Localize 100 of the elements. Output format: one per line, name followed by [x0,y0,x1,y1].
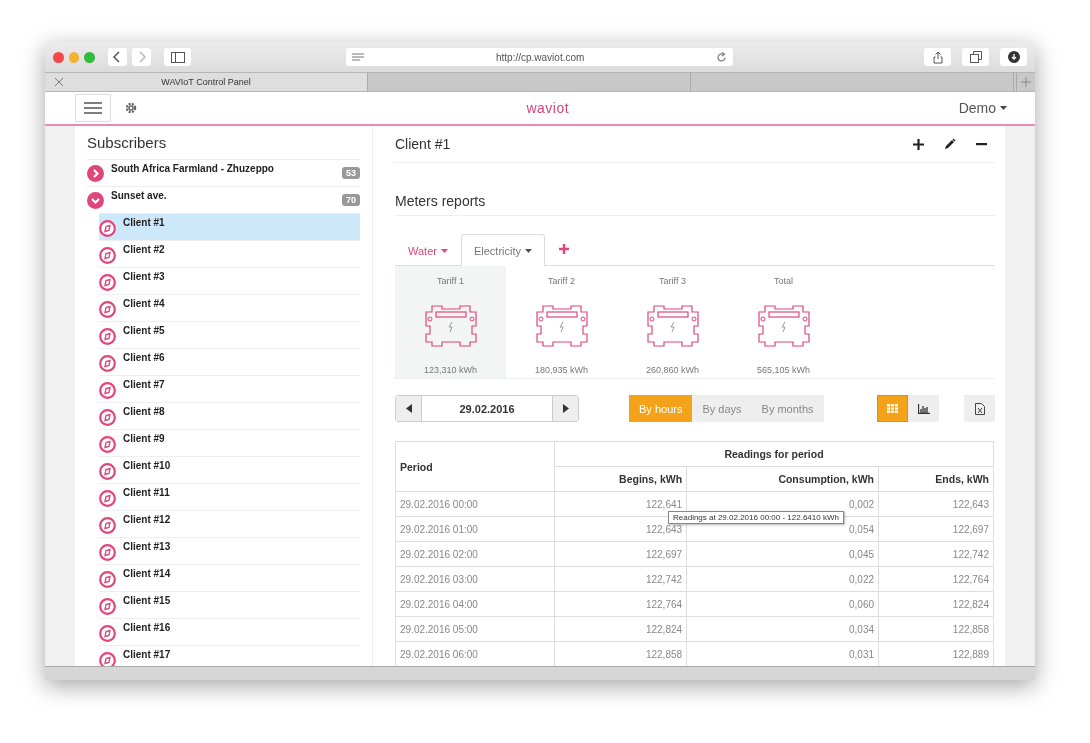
zoom-icon[interactable] [84,51,95,63]
client-item[interactable]: Client #12 [99,510,360,537]
client-item[interactable]: Client #9 [99,429,360,456]
column-header: Ends, kWh [878,466,994,492]
client-item[interactable]: Client #7 [99,375,360,402]
tariff-label: Tariff 3 [659,276,686,286]
table-cell: 122,643 [878,491,994,517]
report-tab[interactable]: Electricity [460,234,545,266]
tariff-value: 565,105 kWh [756,365,810,375]
client-item[interactable]: Client #4 [99,294,360,321]
logo[interactable]: waviot [526,100,570,116]
next-button[interactable] [553,396,578,421]
table-cell: 29.02.2016 01:00 [395,516,555,542]
panel-title: Subscribers [87,134,168,153]
caret-icon [1000,106,1007,110]
date-picker[interactable]: 29.02.2016 [395,395,579,422]
client-item[interactable]: Client #6 [99,348,360,375]
forward-icon [136,51,147,63]
tabs-button[interactable] [962,48,990,66]
tariff-value: 123,310 kWh [423,365,477,375]
menu-button[interactable] [75,94,111,122]
table-cell: 122,697 [878,516,994,542]
table-cell: 29.02.2016 00:00 [395,491,555,517]
client-item[interactable]: Client #2 [99,240,360,267]
table-cell: 122,824 [878,591,994,617]
table-cell: 122,742 [878,541,994,567]
tariff-card[interactable]: Tariff 3 260,860 kWh [617,266,728,378]
left-arrow-icon [405,404,412,413]
client-item[interactable]: Client #1 [99,213,360,240]
back-button[interactable] [107,48,127,66]
settings-icon[interactable] [125,102,137,114]
close-icon[interactable] [53,51,64,63]
client-item[interactable]: Client #5 [99,321,360,348]
expand-icon[interactable] [87,165,104,182]
client-title: Client #1 [395,136,451,152]
tariff-label: Tariff 1 [437,276,464,286]
menu-icon [84,102,102,114]
reload-icon[interactable] [716,51,728,63]
tariff-card[interactable]: Tariff 2 180,935 kWh [506,266,617,378]
remove-icon[interactable] [976,142,987,146]
section-title: Meters reports [395,193,995,216]
tariff-card[interactable]: Tariff 1 123,310 kWh [395,266,506,378]
report-tab[interactable]: Water [395,234,461,266]
table-cell: 0,022 [686,566,879,592]
table-cell: 29.02.2016 05:00 [395,616,555,642]
grid-icon [887,404,898,413]
column-header: Begins, kWh [554,466,687,492]
bar-chart-icon [917,403,930,414]
share-icon [932,50,943,64]
table-cell: 122,697 [554,541,687,567]
caret-icon [525,248,532,253]
table-cell: 122,764 [554,591,687,617]
download-button[interactable] [1000,48,1027,66]
column-header: Consumption, kWh [686,466,879,492]
chart-view-button[interactable] [908,395,939,422]
sidebar-icon [170,51,185,63]
table-cell: 29.02.2016 02:00 [395,541,555,567]
tariff-label: Tariff 2 [548,276,575,286]
table-cell: 0,060 [686,591,879,617]
user-menu[interactable]: Demo [958,100,1007,116]
add-icon[interactable] [913,138,924,150]
caret-icon [440,248,448,253]
right-arrow-icon [562,404,569,413]
sidebar-button[interactable] [164,48,192,66]
tooltip: Readings at 29.02.2016 00:00 - 122.6410 kWh [668,511,844,524]
browser-tab[interactable]: WAVIoT Control Panel [45,73,368,91]
table-cell: 122,858 [878,616,994,642]
client-item[interactable]: Client #15 [99,591,360,618]
tariff-label: Total [774,276,793,286]
group-item[interactable]: South Africa Farmland - Zhuzeppo 53 [87,159,360,186]
group-name: South Africa Farmland - Zhuzeppo [111,163,274,174]
tabs-icon [969,51,982,63]
table-cell: 122,824 [554,616,687,642]
table-cell: 29.02.2016 03:00 [395,566,555,592]
tariff-card[interactable]: Total 565,105 kWh [728,266,839,378]
client-item[interactable]: Client #11 [99,483,360,510]
client-item[interactable]: Client #3 [99,267,360,294]
client-item[interactable]: Client #16 [99,618,360,645]
close-icon[interactable] [55,78,63,86]
export-button[interactable] [964,395,995,422]
client-item[interactable]: Client #14 [99,564,360,591]
client-item[interactable]: Client #13 [99,537,360,564]
download-icon [1007,51,1020,63]
client-item[interactable]: Client #10 [99,456,360,483]
count-badge: 53 [342,167,360,179]
client-item[interactable]: Client #8 [99,402,360,429]
edit-icon[interactable] [944,138,956,150]
address-bar[interactable]: http://cp.waviot.com [346,48,734,66]
spreadsheet-file-icon [974,402,985,415]
count-badge: 70 [342,194,360,206]
back-icon [112,51,123,63]
column-header: Period [395,441,555,492]
table-cell: 29.02.2016 04:00 [395,591,555,617]
share-button[interactable] [924,48,952,66]
previous-button[interactable] [396,396,421,421]
collapse-icon[interactable] [87,192,104,209]
table-cell: 122,742 [554,566,687,592]
tariff-value: 260,860 kWh [645,365,699,375]
column-header: Readings for period [554,441,994,467]
group-name: Sunset ave. [111,190,167,201]
